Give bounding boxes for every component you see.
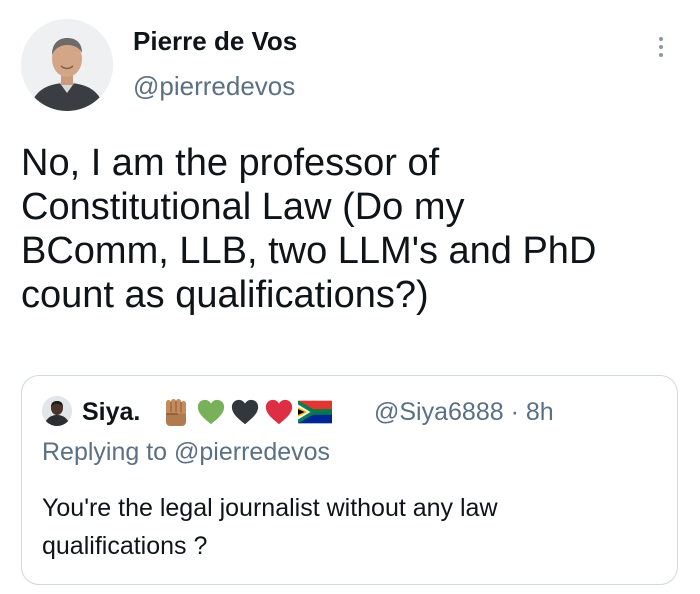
- red-heart-icon: [265, 399, 293, 425]
- raised-fist-icon: [166, 399, 186, 426]
- dot: [659, 53, 663, 57]
- tweet-text-line: BComm, LLB, two LLM's and PhD: [21, 230, 597, 272]
- tweet-text-line: No, I am the professor of: [21, 142, 440, 184]
- name-emojis: [160, 395, 332, 429]
- quoted-tweet-text: You're the legal journalist without any …: [42, 489, 652, 565]
- author-avatar[interactable]: [21, 19, 113, 111]
- quoted-tweet-card[interactable]: Siya. @Siya6888 · 8h Replying to @pierre…: [21, 375, 678, 585]
- replying-to[interactable]: Replying to @pierredevos: [42, 438, 330, 467]
- dot: [659, 45, 663, 49]
- tweet-text: No, I am the professor of Constitutional…: [21, 141, 681, 317]
- quoted-text-line: qualifications ?: [42, 532, 208, 560]
- quoted-author-avatar[interactable]: [42, 396, 72, 426]
- green-heart-icon: [197, 399, 225, 425]
- dot: [659, 37, 663, 41]
- black-heart-icon: [231, 399, 259, 425]
- more-options-icon[interactable]: [650, 30, 672, 64]
- quoted-handle-time[interactable]: @Siya6888 · 8h: [374, 398, 554, 427]
- quoted-author-name[interactable]: Siya.: [82, 398, 140, 427]
- south-africa-flag-icon: [298, 400, 332, 424]
- author-handle[interactable]: @pierredevos: [133, 71, 295, 102]
- author-name[interactable]: Pierre de Vos: [133, 26, 297, 57]
- tweet-text-line: Constitutional Law (Do my: [21, 186, 465, 228]
- tweet: Pierre de Vos @pierredevos No, I am the …: [0, 0, 700, 594]
- quoted-text-line: You're the legal journalist without any …: [42, 494, 498, 522]
- tweet-text-line: count as qualifications?): [21, 274, 429, 316]
